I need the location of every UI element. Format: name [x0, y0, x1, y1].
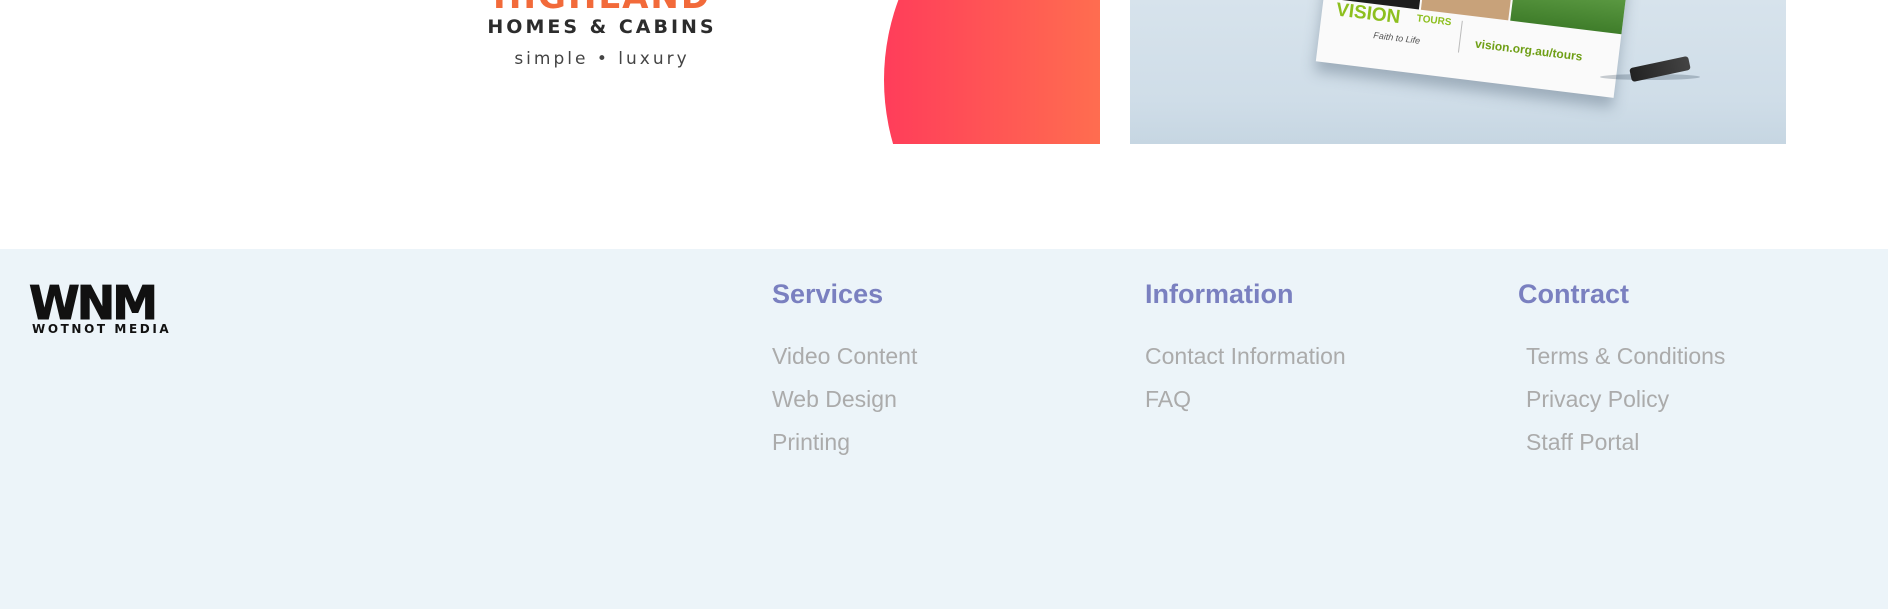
footer-heading-services: Services [772, 279, 884, 309]
highland-logo-subtitle: HOMES & CABINS [487, 16, 717, 38]
wnm-logo-name: WOTNOT MEDIA [32, 322, 172, 336]
footer-link-privacy-policy[interactable]: Privacy Policy [1526, 386, 1669, 412]
vision-tours-brochure-image: VISION TOURS Faith to Life vision.org.au… [1315, 0, 1629, 98]
footer-link-faq[interactable]: FAQ [1145, 386, 1191, 412]
footer-links-information: Contact Information FAQ [1145, 343, 1346, 429]
brochure-photo [1510, 0, 1629, 35]
footer-links-contract: Terms & Conditions Privacy Policy Staff … [1526, 343, 1725, 472]
footer-link-printing[interactable]: Printing [772, 429, 850, 455]
footer-column-services: Services Video Content Web Design Printi… [772, 279, 917, 455]
portfolio-section: HIGHLAND HOMES & CABINS simple • luxury … [0, 0, 1888, 249]
brochure-url: vision.org.au/tours [1474, 36, 1584, 64]
brochure-divider [1457, 20, 1463, 53]
footer-link-video-content[interactable]: Video Content [772, 343, 917, 369]
highland-logo-tagline: simple • luxury [514, 49, 690, 69]
footer-link-staff-portal[interactable]: Staff Portal [1526, 429, 1639, 455]
wotnot-media-logo[interactable]: WNM WOTNOT MEDIA [28, 276, 181, 339]
wnm-logo-mark: WNM [28, 276, 158, 330]
site-footer: WNM WOTNOT MEDIA Services Video Content … [0, 249, 1888, 609]
brochure-tagline: Faith to Life [1372, 30, 1421, 46]
footer-links-services: Video Content Web Design Printing [772, 343, 917, 472]
footer-link-contact-information[interactable]: Contact Information [1145, 343, 1346, 369]
footer-heading-contract: Contract [1518, 279, 1630, 309]
footer-link-web-design[interactable]: Web Design [772, 386, 897, 412]
footer-column-information: Information Contact Information FAQ [1145, 279, 1346, 412]
portfolio-card-brochure[interactable]: VISION TOURS Faith to Life vision.org.au… [1130, 0, 1786, 144]
footer-heading-information: Information [1145, 279, 1294, 309]
highland-homes-logo[interactable]: HIGHLAND HOMES & CABINS simple • luxury [486, 0, 718, 74]
highland-logo-name: HIGHLAND [486, 0, 718, 14]
gradient-circle-graphic [884, 0, 1100, 144]
brochure-tours-label: TOURS [1416, 13, 1452, 29]
footer-column-contract: Contract Terms & Conditions Privacy Poli… [1518, 279, 1725, 455]
portfolio-card-gradient[interactable] [836, 0, 1100, 144]
footer-link-terms-conditions[interactable]: Terms & Conditions [1526, 343, 1725, 369]
